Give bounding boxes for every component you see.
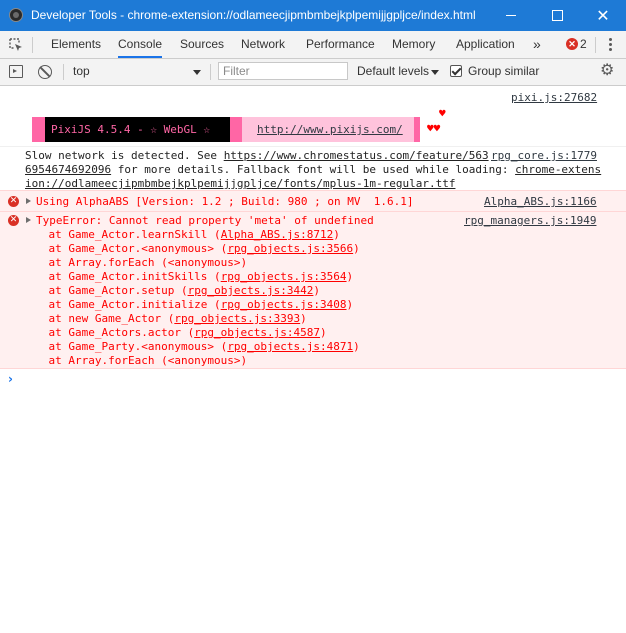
source-link[interactable]: rpg_core.js:1779: [491, 149, 597, 162]
stack-frame: at Game_Party.<anonymous> (rpg_objects.j…: [22, 340, 360, 353]
inspect-element-icon[interactable]: [8, 37, 24, 53]
stack-source-link[interactable]: rpg_objects.js:3442: [188, 284, 314, 297]
console-message: Slow network is detected. See https://ww…: [25, 149, 489, 162]
tab-application[interactable]: Application: [456, 31, 515, 58]
stack-source-link[interactable]: Alpha_ABS.js:8712: [221, 228, 334, 241]
group-similar-checkbox[interactable]: [450, 65, 462, 77]
message-link[interactable]: 6954674692096: [25, 163, 111, 176]
tab-console[interactable]: Console: [118, 31, 163, 58]
row-divider: [0, 211, 626, 212]
stack-frame: at Array.forEach (<anonymous>): [22, 256, 248, 269]
expand-triangle-icon[interactable]: [26, 198, 31, 204]
stack-source-link[interactable]: rpg_objects.js:3566: [227, 242, 353, 255]
hearts-icon: ♥♥: [427, 122, 441, 135]
stack-frame: at Game_Actor.learnSkill (Alpha_ABS.js:8…: [22, 228, 340, 241]
maximize-button[interactable]: [534, 0, 580, 31]
minimize-button[interactable]: [488, 0, 534, 31]
error-badge-icon[interactable]: ✕: [566, 38, 578, 50]
chrome-devtools-icon: [9, 8, 23, 22]
stack-source-link[interactable]: rpg_objects.js:4871: [227, 340, 353, 353]
console-message: 6954674692096 for more details. Fallback…: [25, 163, 602, 176]
message-link[interactable]: chrome-extens: [515, 163, 601, 176]
show-sidebar-icon[interactable]: [9, 65, 23, 78]
close-icon: ✕: [596, 7, 610, 25]
console-prompt-icon[interactable]: ›: [8, 372, 13, 386]
stack-frame: at Game_Actor.setup (rpg_objects.js:3442…: [22, 284, 321, 297]
pixi-banner-stripe: [230, 117, 242, 142]
minimize-icon: [506, 15, 516, 16]
tab-elements[interactable]: Elements: [51, 31, 101, 58]
toolbar-divider: [63, 64, 64, 80]
pixi-banner-stripe: [414, 117, 420, 142]
error-message[interactable]: TypeError: Cannot read property 'meta' o…: [36, 214, 374, 227]
window-title: Developer Tools - chrome-extension://odl…: [31, 8, 476, 22]
stack-frame: at new Game_Actor (rpg_objects.js:3393): [22, 312, 307, 325]
error-message[interactable]: Using AlphaABS [Version: 1.2 ; Build: 98…: [36, 195, 414, 208]
error-icon: ✕: [8, 215, 19, 226]
tab-performance[interactable]: Performance: [306, 31, 375, 58]
stack-source-link[interactable]: rpg_objects.js:3393: [174, 312, 300, 325]
source-link[interactable]: Alpha_ABS.js:1166: [484, 195, 597, 208]
tab-sources[interactable]: Sources: [180, 31, 224, 58]
toolbar-divider: [210, 64, 211, 80]
message-link[interactable]: https://www.chromestatus.com/feature/563: [224, 149, 489, 162]
stack-frame: at Array.forEach (<anonymous>): [22, 354, 248, 367]
error-count[interactable]: 2: [580, 31, 587, 58]
context-selector[interactable]: top: [73, 64, 90, 78]
more-tabs-button[interactable]: »: [533, 31, 541, 58]
stack-source-link[interactable]: rpg_objects.js:3564: [221, 270, 347, 283]
levels-dropdown-icon[interactable]: [431, 70, 439, 75]
expand-triangle-icon[interactable]: [26, 217, 31, 223]
source-link[interactable]: rpg_managers.js:1949: [464, 214, 596, 227]
error-messages: ✕ Using AlphaABS [Version: 1.2 ; Build: …: [0, 190, 626, 369]
row-divider: [0, 146, 626, 147]
filter-input[interactable]: [218, 62, 348, 80]
maximize-icon: [551, 10, 563, 21]
stack-frame: at Game_Actor.initialize (rpg_objects.js…: [22, 298, 354, 311]
devtools-tabbar: Elements Console Sources Network Perform…: [0, 31, 626, 59]
customize-menu-icon[interactable]: [604, 36, 616, 54]
stack-source-link[interactable]: rpg_objects.js:3408: [221, 298, 347, 311]
heart-icon: ♥: [439, 107, 446, 120]
console-settings-gear-icon[interactable]: ⚙: [600, 63, 614, 79]
group-similar-label[interactable]: Group similar: [468, 64, 539, 78]
tab-network[interactable]: Network: [241, 31, 285, 58]
source-link[interactable]: pixi.js:27682: [511, 91, 597, 104]
stack-frame: at Game_Actor.<anonymous> (rpg_objects.j…: [22, 242, 360, 255]
log-levels-dropdown[interactable]: Default levels: [357, 64, 429, 78]
pixi-banner-stripe: [32, 117, 45, 142]
window-titlebar: Developer Tools - chrome-extension://odl…: [0, 0, 626, 31]
error-icon: ✕: [8, 196, 19, 207]
context-dropdown-icon[interactable]: [193, 70, 201, 75]
tab-divider: [595, 37, 596, 53]
stack-frame: at Game_Actors.actor (rpg_objects.js:458…: [22, 326, 327, 339]
clear-console-icon[interactable]: [38, 65, 52, 79]
stack-source-link[interactable]: rpg_objects.js:4587: [194, 326, 320, 339]
pixi-banner: PixiJS 4.5.4 - ☆ WebGL ☆: [45, 117, 230, 142]
pixi-url-link[interactable]: http://www.pixijs.com/: [257, 123, 403, 136]
close-window-button[interactable]: ✕: [580, 0, 626, 31]
console-output: pixi.js:27682 PixiJS 4.5.4 - ☆ WebGL ☆ h…: [0, 86, 626, 633]
console-toolbar: top Default levels Group similar ⚙: [0, 59, 626, 86]
message-link[interactable]: ion://odlameecjipmbmbejkplpemijjgpljce/f…: [25, 177, 455, 190]
tab-divider: [32, 37, 33, 53]
stack-frame: at Game_Actor.initSkills (rpg_objects.js…: [22, 270, 354, 283]
tab-memory[interactable]: Memory: [392, 31, 435, 58]
